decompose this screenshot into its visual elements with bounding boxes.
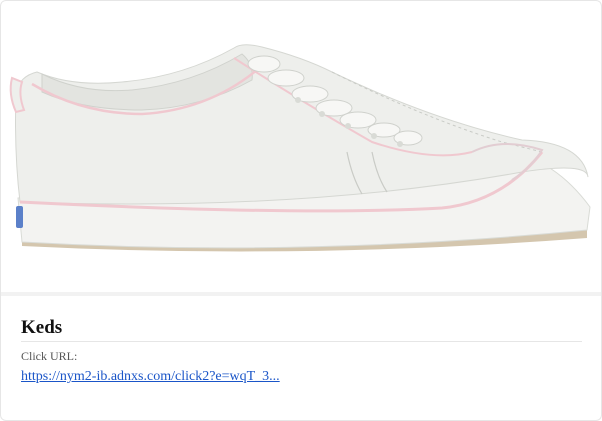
click-url-label: Click URL: — [21, 349, 78, 363]
ad-card[interactable]: Keds Click URL: https://nym2-ib.adnxs.co… — [0, 0, 602, 421]
sneaker-illustration — [9, 44, 591, 252]
click-url-link[interactable]: https://nym2-ib.adnxs.com/click2?e=wqT_3… — [21, 368, 280, 386]
brand-title: Keds — [21, 317, 63, 338]
product-image[interactable] — [2, 2, 600, 292]
title-divider — [21, 341, 582, 342]
image-footer-band — [1, 292, 601, 296]
heel-tag — [16, 206, 23, 228]
